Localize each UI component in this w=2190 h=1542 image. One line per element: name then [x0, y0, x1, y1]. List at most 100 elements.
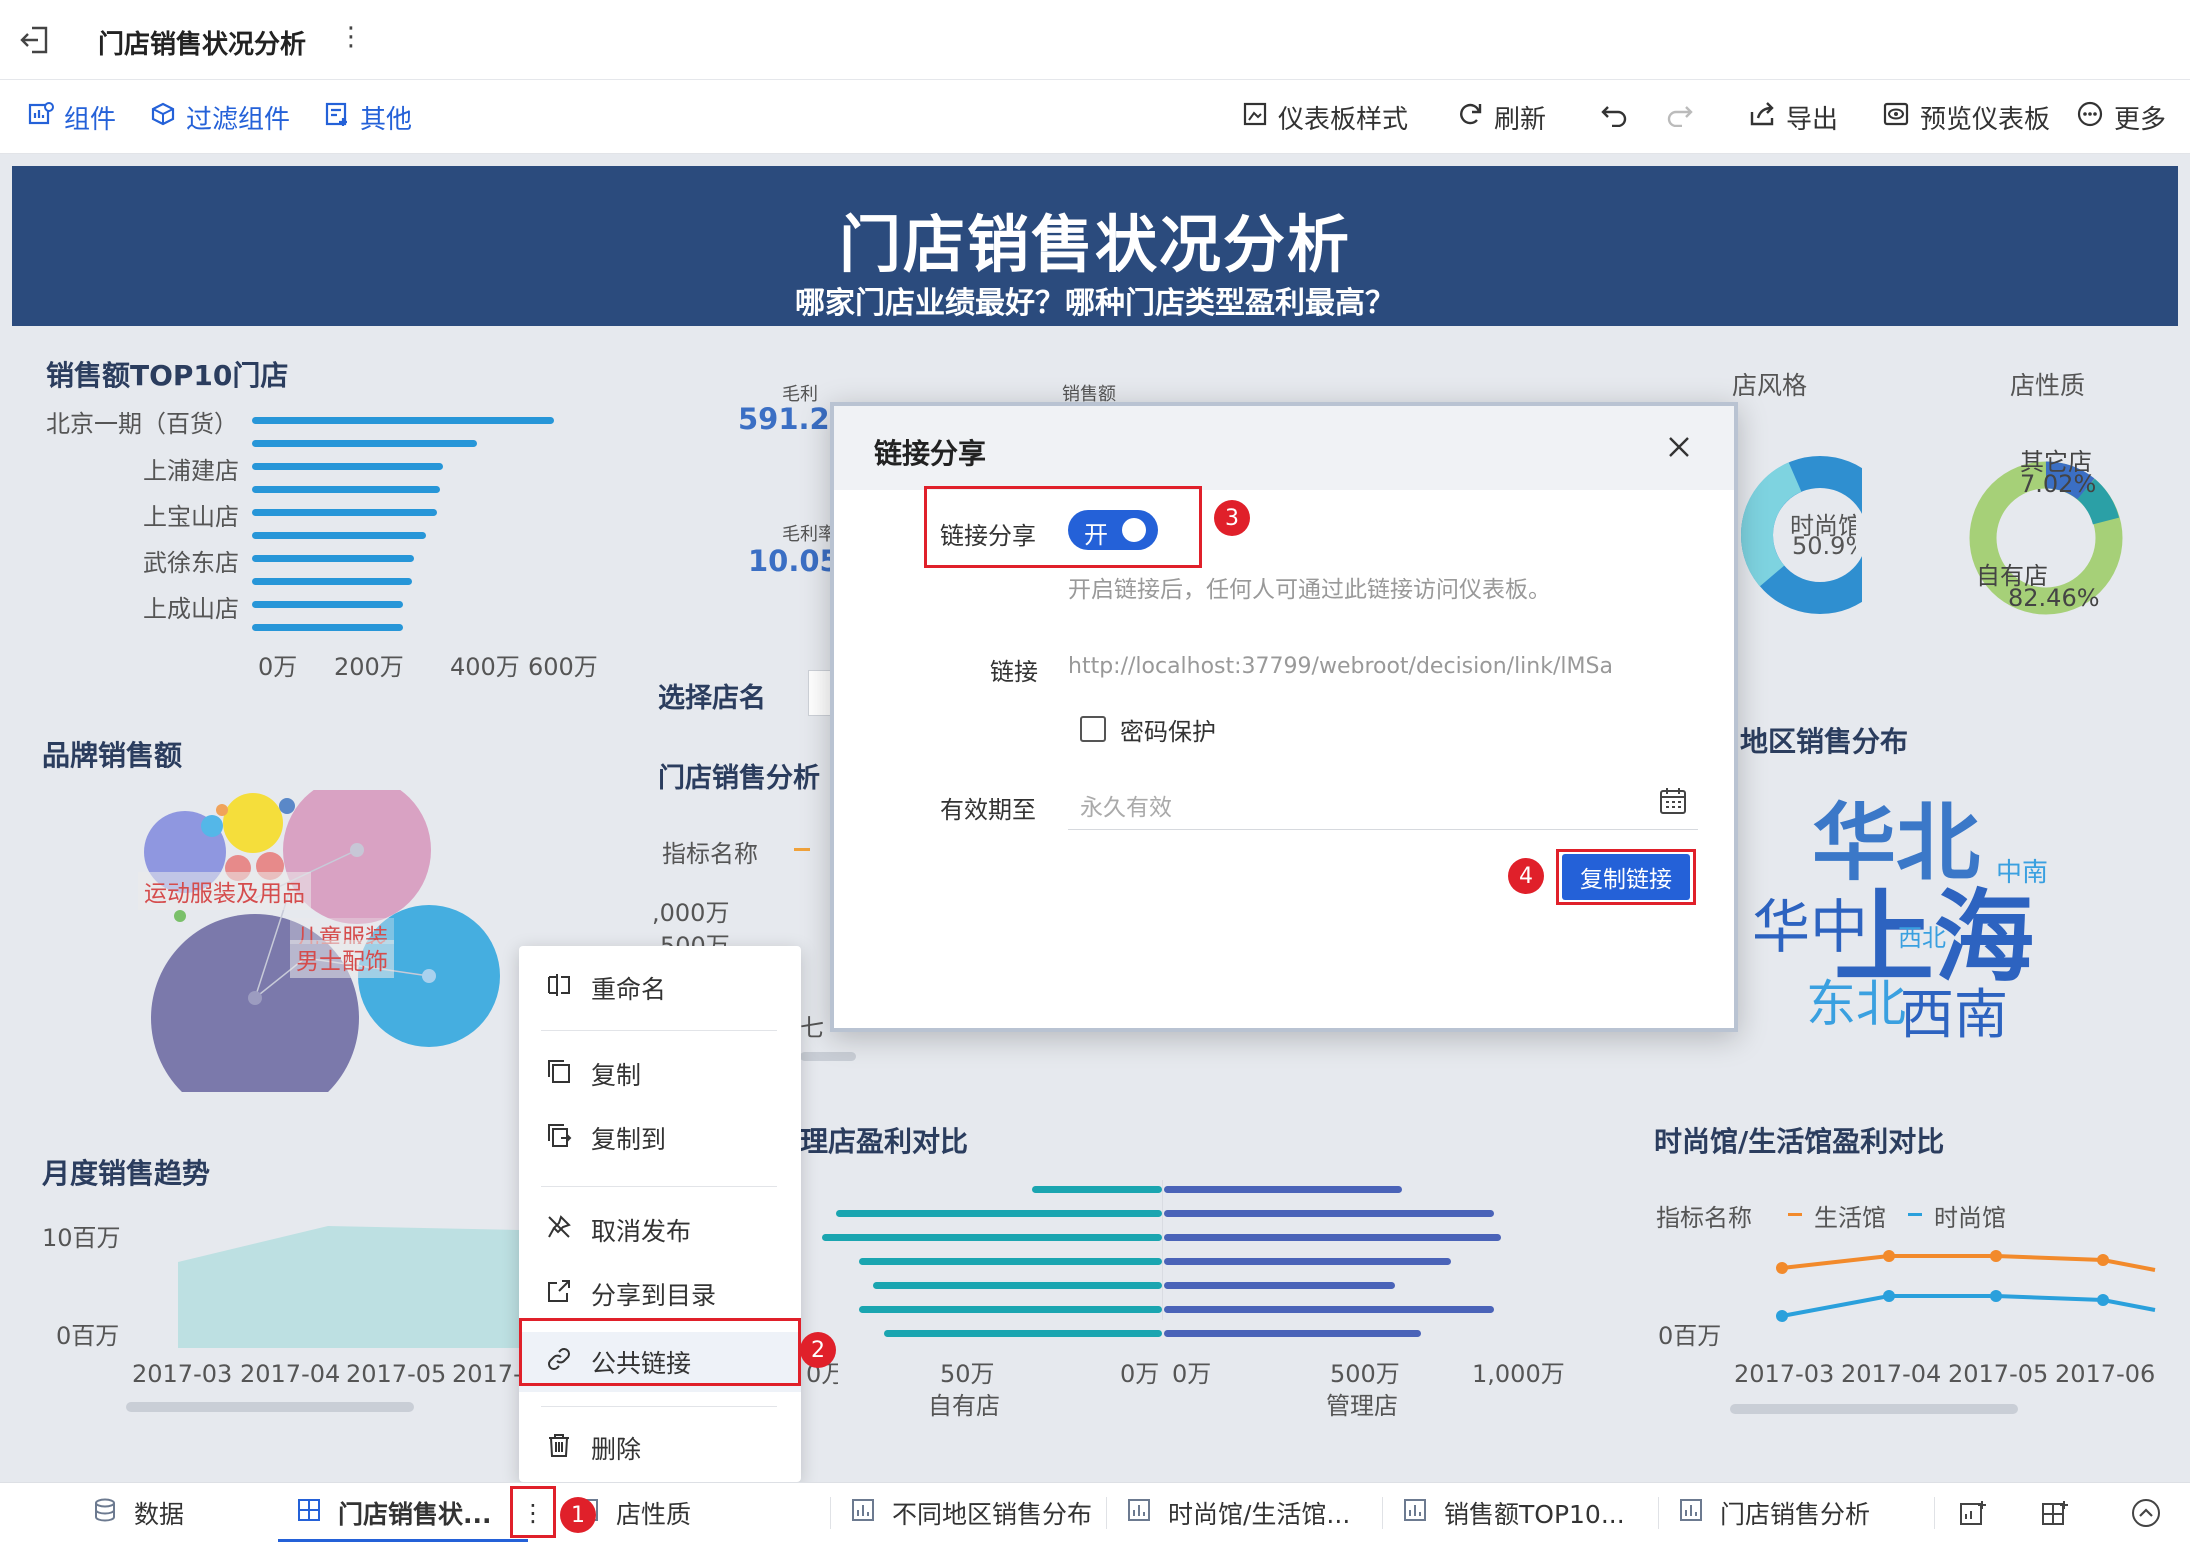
- highlight-box: [510, 1486, 556, 1538]
- profit-bar-left: [836, 1210, 1162, 1217]
- top10-label: 武徐东店: [143, 549, 239, 577]
- link-label: 链接: [990, 658, 1038, 686]
- filter-component-button[interactable]: 过滤组件: [150, 80, 290, 154]
- menu-item-label: 取消发布: [591, 1217, 692, 1246]
- top10-bar: [252, 417, 554, 424]
- add-dashboard-icon[interactable]: [2040, 1499, 2070, 1529]
- close-icon[interactable]: [1664, 432, 1694, 462]
- profit-bar-right: [1164, 1258, 1451, 1265]
- tab-dashboard[interactable]: 门店销售状...: [296, 1483, 492, 1542]
- component-button[interactable]: 组件: [28, 80, 116, 154]
- profit-bar-left: [873, 1282, 1162, 1289]
- highlight-box: [519, 1318, 801, 1386]
- expire-date-input[interactable]: 永久有效: [1068, 772, 1698, 830]
- top10-bar: [252, 486, 440, 493]
- fashion-ytick: 0百万: [1658, 1322, 1722, 1350]
- export-icon: [1748, 100, 1776, 135]
- region-word: 西南: [1900, 983, 2008, 1046]
- fashion-legend-series: 时尚馆: [1934, 1204, 2006, 1232]
- menu-item-label: 复制: [591, 1061, 642, 1090]
- region-word: 东北: [1806, 975, 1906, 1033]
- expire-placeholder: 永久有效: [1080, 795, 1172, 821]
- tab-fashion-life[interactable]: 时尚馆/生活馆...: [1126, 1483, 1350, 1542]
- menu-item-copy-to[interactable]: 复制到: [519, 1108, 801, 1168]
- fashion-series-point: [1883, 1250, 1895, 1262]
- component-label: 组件: [64, 104, 117, 135]
- tab-data[interactable]: 数据: [92, 1483, 184, 1542]
- menu-item-label: 重命名: [591, 975, 667, 1004]
- menu-item-rename[interactable]: 重命名: [519, 958, 801, 1018]
- scrollbar[interactable]: [126, 1402, 414, 1412]
- monthly-xtick: 2017-04: [240, 1360, 341, 1388]
- profit-bar-left: [884, 1330, 1162, 1337]
- legend-swatch: [1788, 1213, 1802, 1216]
- menu-item-unpublish[interactable]: 取消发布: [519, 1200, 801, 1260]
- store-profit-title: 理店盈利对比: [800, 1125, 969, 1158]
- export-label: 导出: [1786, 104, 1839, 135]
- profit-bar-right: [1164, 1282, 1395, 1289]
- nature-donut-title: 店性质: [2010, 371, 2086, 400]
- nature-other-value: 7.02%: [2020, 470, 2097, 498]
- top10-tick: 400万: [450, 653, 520, 681]
- more-label: 更多: [2114, 104, 2167, 135]
- link-value[interactable]: http://localhost:37799/webroot/decision/…: [1068, 654, 1668, 679]
- select-store-label: 选择店名: [658, 683, 766, 714]
- scrollbar[interactable]: [1730, 1404, 2018, 1414]
- menu-item-label: 分享到目录: [591, 1281, 717, 1310]
- monthly-area-chart: [178, 1226, 520, 1348]
- tab-region-sales[interactable]: 不同地区销售分布: [850, 1483, 1092, 1542]
- redo-button[interactable]: [1664, 80, 1704, 154]
- tab-label: 门店销售状...: [338, 1500, 492, 1529]
- banner-title: 门店销售状况分析: [838, 208, 1351, 281]
- brand-bubble: [174, 910, 186, 922]
- tab-divider: [1106, 1497, 1107, 1529]
- menu-item-delete[interactable]: 删除: [519, 1418, 801, 1478]
- dashboard-style-label: 仪表板样式: [1278, 104, 1409, 135]
- kpi-margin-value: 10.05: [748, 544, 830, 578]
- export-button[interactable]: 导出: [1748, 80, 1838, 154]
- menu-item-copy[interactable]: 复制: [519, 1044, 801, 1104]
- undo-button[interactable]: [1600, 80, 1640, 154]
- store-analysis-ytick: 500万: [660, 932, 730, 948]
- more-button[interactable]: 更多: [2076, 80, 2166, 154]
- fashion-xtick: 2017-05: [1948, 1360, 2049, 1388]
- refresh-button[interactable]: 刷新: [1456, 80, 1546, 154]
- monthly-xtick: 2017-03: [132, 1360, 233, 1388]
- fashion-xtick: 2017-03: [1734, 1360, 1835, 1388]
- monthly-xtick: 2017-05: [346, 1360, 447, 1388]
- kpi-sales-label: 销售额: [1062, 384, 1116, 402]
- top10-label: 上浦建店: [143, 457, 239, 485]
- top10-bar: [252, 440, 477, 447]
- profit-bar-right: [1164, 1234, 1501, 1241]
- dialog-title: 链接分享: [874, 437, 987, 470]
- brand-bubble: [279, 798, 295, 814]
- exit-icon[interactable]: [18, 22, 54, 58]
- tab-label: 数据: [134, 1500, 185, 1529]
- fashion-xtick: 2017-04: [1841, 1360, 1942, 1388]
- fashion-series-point: [2097, 1294, 2109, 1306]
- tab-store-analysis[interactable]: 门店销售分析: [1678, 1483, 1870, 1542]
- brand-label: 运动服装及用品: [138, 872, 311, 910]
- scrollbar[interactable]: [800, 1052, 856, 1061]
- style-donut-title: 店风格: [1732, 371, 1808, 400]
- select-store-combo[interactable]: [808, 670, 830, 716]
- collapse-up-icon[interactable]: [2130, 1497, 2162, 1529]
- monthly-title: 月度销售趋势: [42, 1157, 211, 1190]
- dashboard-style-button[interactable]: 仪表板样式: [1242, 80, 1408, 154]
- top10-label: 上成山店: [143, 595, 239, 623]
- other-label: 其他: [360, 104, 413, 135]
- add-component-icon[interactable]: [1958, 1499, 1988, 1529]
- other-button[interactable]: 其他: [324, 80, 412, 154]
- share-hint: 开启链接后，任何人可通过此链接访问仪表板。: [1068, 577, 1551, 603]
- top10-label: 上宝山店: [143, 503, 239, 531]
- donut-slice: [1740, 534, 1785, 587]
- store-analysis-ytick: ,000万: [652, 899, 730, 927]
- menu-item-share-to-directory[interactable]: 分享到目录: [519, 1264, 801, 1324]
- tab-top10[interactable]: 销售额TOP10...: [1402, 1483, 1625, 1542]
- calendar-icon[interactable]: [1658, 786, 1688, 816]
- title-more-icon[interactable]: ⋮: [338, 22, 364, 52]
- preview-dashboard-button[interactable]: 预览仪表板: [1882, 80, 2050, 154]
- top10-bar: [252, 463, 443, 470]
- password-checkbox[interactable]: [1080, 716, 1106, 742]
- copy-to-icon: [541, 1121, 577, 1156]
